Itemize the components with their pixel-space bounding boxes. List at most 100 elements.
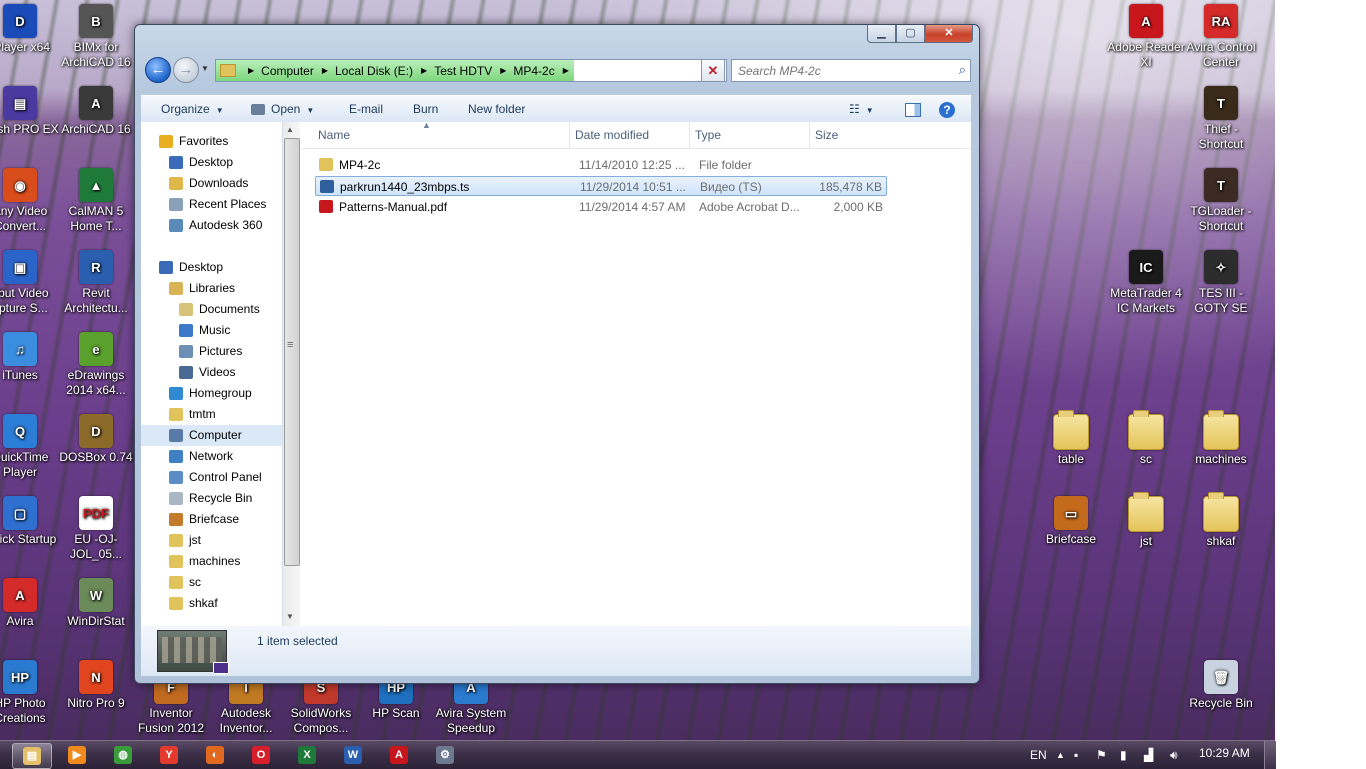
nav-item-network[interactable]: Network: [141, 446, 282, 467]
search-input[interactable]: [736, 62, 946, 80]
power-icon[interactable]: ▮: [1120, 748, 1127, 762]
desktop-icon-hp-photo-creations[interactable]: HPHP Photo Creations: [0, 660, 60, 726]
column-type[interactable]: Type: [689, 122, 809, 148]
desktop-icon-table[interactable]: table: [1031, 410, 1111, 467]
taskbar-media-player-button[interactable]: ▶: [58, 743, 96, 767]
chevron-up-icon[interactable]: ▲: [1056, 750, 1065, 760]
desktop-icon-adobe-reader-xi[interactable]: A Adobe Reader XI: [1106, 4, 1186, 70]
breadcrumb-test-hdtv[interactable]: Test HDTV: [434, 64, 492, 78]
desktop-icon-bimx-for-archicad-16[interactable]: B BIMx for ArchiCAD 16: [56, 4, 136, 70]
organize-button[interactable]: Organize ▼: [161, 96, 224, 122]
scroll-down-icon[interactable]: ▼: [286, 612, 294, 621]
taskbar-yandex-button[interactable]: Y: [150, 743, 188, 767]
search-icon[interactable]: ⌕: [959, 62, 966, 78]
column-name[interactable]: Name: [313, 122, 569, 148]
back-button[interactable]: ←: [145, 57, 171, 83]
desktop-icon-tes-iii-goty-se[interactable]: ✧ TES III - GOTY SE: [1181, 250, 1261, 316]
email-button[interactable]: E-mail: [349, 96, 383, 122]
recent-pages-dropdown[interactable]: ▼: [201, 64, 209, 73]
nav-item-recycle-bin[interactable]: Recycle Bin: [141, 488, 282, 509]
scroll-up-icon[interactable]: ▲: [286, 125, 294, 134]
desktop-icon-thief-shortcut[interactable]: T Thief - Shortcut: [1181, 86, 1261, 152]
nav-item-machines[interactable]: machines: [141, 551, 282, 572]
nav-item-shkaf[interactable]: shkaf: [141, 593, 282, 614]
change-view-button[interactable]: ☷ ▼: [849, 96, 874, 122]
nav-item-homegroup[interactable]: Homegroup: [141, 383, 282, 404]
desktop-icon-avira-control-center[interactable]: RA Avira Control Center: [1181, 4, 1261, 70]
desktop-icon-machines[interactable]: machines: [1181, 410, 1261, 467]
nav-item-documents[interactable]: Documents: [141, 299, 282, 320]
forward-button[interactable]: →: [173, 57, 199, 83]
nav-item-desktop[interactable]: Desktop: [141, 257, 282, 278]
desktop-icon-archicad-16[interactable]: A ArchiCAD 16: [56, 86, 136, 137]
desktop-icon-any-video-convert[interactable]: ◉Any Video Convert...: [0, 168, 60, 234]
nav-item-desktop[interactable]: Desktop: [141, 152, 282, 173]
desktop-icon-avira[interactable]: A Avira: [0, 578, 60, 629]
breadcrumb-arrow-icon[interactable]: ▶: [563, 66, 569, 75]
clock[interactable]: 10:29 AM: [1199, 746, 1250, 760]
open-button[interactable]: Open ▼: [251, 96, 314, 122]
desktop-icon-jst[interactable]: jst: [1106, 492, 1186, 549]
file-row-patterns-manual-pdf[interactable]: Patterns-Manual.pdf 11/29/2014 4:57 AM Ado…: [315, 197, 887, 217]
taskbar-chrome-button[interactable]: ◍: [104, 743, 142, 767]
nav-item-videos[interactable]: Videos: [141, 362, 282, 383]
language-indicator[interactable]: EN: [1030, 748, 1047, 762]
stop-loading-button[interactable]: ✕: [701, 59, 725, 82]
navigation-pane[interactable]: Favorites Desktop Downloads Recent Places Au…: [141, 122, 283, 626]
desktop-icon-dosbox-0-74[interactable]: D DOSBox 0.74: [56, 414, 136, 465]
nav-item-tmtm[interactable]: tmtm: [141, 404, 282, 425]
column-date-modified[interactable]: Date modified: [569, 122, 689, 148]
nav-item-music[interactable]: Music: [141, 320, 282, 341]
taskbar-opera-button[interactable]: O: [242, 743, 280, 767]
taskbar-explorer-button[interactable]: ▤: [12, 743, 52, 769]
nav-item-autodesk-360[interactable]: Autodesk 360: [141, 215, 282, 236]
desktop-icon-edrawings-2014-x64[interactable]: e eDrawings 2014 x64...: [56, 332, 136, 398]
nav-item-libraries[interactable]: Libraries: [141, 278, 282, 299]
breadcrumb-arrow-icon[interactable]: ▶: [322, 66, 328, 75]
taskbar-firefox-button[interactable]: ◐: [196, 743, 234, 767]
nav-item-sc[interactable]: sc: [141, 572, 282, 593]
desktop-icon-quicktime-player[interactable]: QQuickTime Player: [0, 414, 60, 480]
nav-item-recent-places[interactable]: Recent Places: [141, 194, 282, 215]
desktop-icon-briefcase[interactable]: ▭ Briefcase: [1031, 496, 1111, 547]
desktop-icon-tgloader-shortcut[interactable]: T TGLoader - Shortcut: [1181, 168, 1261, 234]
desktop-icon-tplayer-x64[interactable]: DtPlayer x64: [0, 4, 60, 55]
desktop-icon-nitro-pro-9[interactable]: N Nitro Pro 9: [56, 660, 136, 711]
desktop-icon-revit-architectu[interactable]: R Revit Architectu...: [56, 250, 136, 316]
desktop-icon-quick-startup[interactable]: ▢ Quick Startup: [0, 496, 60, 547]
desktop-icon-shkaf[interactable]: shkaf: [1181, 492, 1261, 549]
breadcrumb-arrow-icon[interactable]: ▶: [500, 66, 506, 75]
breadcrumb-computer[interactable]: Computer: [261, 64, 314, 78]
taskbar-cluster-button[interactable]: ⚙: [426, 743, 464, 767]
desktop-icon-sc[interactable]: sc: [1106, 410, 1186, 467]
breadcrumb-arrow-icon[interactable]: ▶: [421, 66, 427, 75]
desktop-icon-recycle-bin[interactable]: 🗑 Recycle Bin: [1181, 660, 1261, 711]
desktop-icon-itunes[interactable]: ♫ iTunes: [0, 332, 60, 383]
desktop-icon-blash-pro-ex[interactable]: ▤ blash PRO EX: [0, 86, 60, 137]
breadcrumb-mp4-2c[interactable]: MP4-2c: [513, 64, 554, 78]
nav-item-control-panel[interactable]: Control Panel: [141, 467, 282, 488]
address-bar[interactable]: ▶ Computer ▶ Local Disk (E:) ▶ Test HDTV…: [215, 59, 727, 82]
action-center-flag-icon[interactable]: ⚑: [1096, 748, 1107, 762]
breadcrumb-local-disk[interactable]: Local Disk (E:): [335, 64, 413, 78]
burn-button[interactable]: Burn: [413, 96, 438, 122]
taskbar-word-button[interactable]: W: [334, 743, 372, 767]
desktop-icon-calman-5-home-t[interactable]: ▲ CalMAN 5 Home T...: [56, 168, 136, 234]
nav-item-downloads[interactable]: Downloads: [141, 173, 282, 194]
desktop-icon-ebut-video-apture-s[interactable]: ▣ebut Video apture S...: [0, 250, 60, 316]
scroll-thumb[interactable]: [284, 138, 300, 566]
signal-strength-icon[interactable]: ▟: [1144, 748, 1153, 762]
new-folder-button[interactable]: New folder: [468, 96, 525, 122]
nav-item-pictures[interactable]: Pictures: [141, 341, 282, 362]
nav-item-briefcase[interactable]: Briefcase: [141, 509, 282, 530]
desktop-icon-eu-oj-jol-05[interactable]: PDF EU -OJ-JOL_05...: [56, 496, 136, 562]
navigation-scrollbar[interactable]: ▲ ▼: [283, 122, 300, 626]
desktop-icon-windirstat[interactable]: W WinDirStat: [56, 578, 136, 629]
explorer-window[interactable]: ▁ ▢ ✕ ← → ▼ ▶ Computer ▶ Local Disk (E:)…: [134, 24, 980, 684]
volume-icon[interactable]: 🔊︎: [1170, 748, 1178, 763]
minimize-button[interactable]: ▁: [867, 25, 896, 43]
file-row-parkrun1440-23mbps-ts[interactable]: parkrun1440_23mbps.ts 11/29/2014 10:51 ..…: [315, 176, 887, 196]
file-row-mp4-2c[interactable]: MP4-2c 11/14/2010 12:25 ... File folder: [315, 155, 887, 175]
preview-pane-button[interactable]: [905, 96, 921, 122]
close-button[interactable]: ✕: [925, 25, 973, 43]
